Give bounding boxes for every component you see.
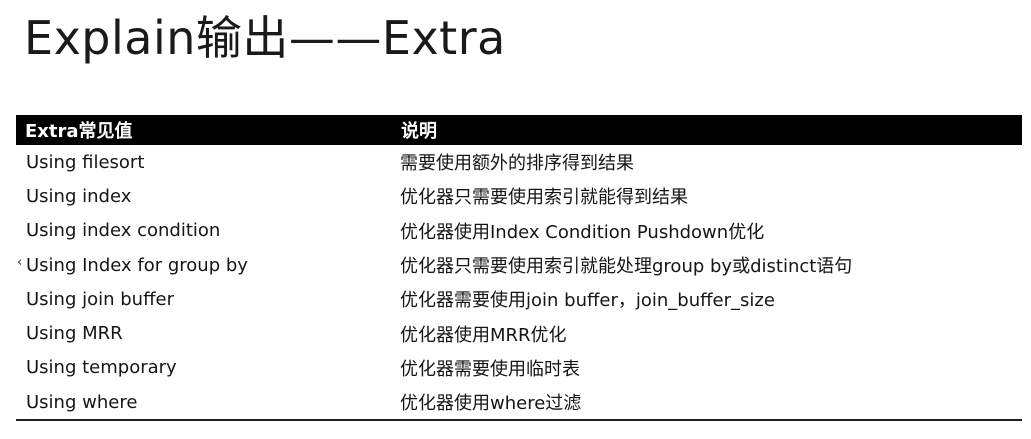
extra-value-cell: Using temporary (26, 357, 177, 379)
extra-value-cell: Using index (26, 185, 132, 207)
extra-value-cell: Using filesort (26, 151, 145, 173)
description-cell: 优化器使用Index Condition Pushdown优化 (400, 221, 765, 243)
table-row: Using index 优化器只需要使用索引就能得到结果 (16, 179, 1022, 213)
extra-value-cell: Using MRR (26, 323, 123, 345)
description-cell: 优化器只需要使用索引就能处理group by或distinct语句 (400, 256, 853, 278)
table-row: Using filesort 需要使用额外的排序得到结果 (16, 145, 1022, 179)
extra-value-cell: Using where (16, 385, 392, 422)
table-row: Using index condition 优化器使用Index Conditi… (16, 214, 1022, 248)
table-row: Using join buffer 优化器需要使用join buffer，joi… (16, 282, 1022, 316)
description-cell: 优化器只需要使用索引就能得到结果 (400, 187, 688, 209)
table-row: Using temporary 优化器需要使用临时表 (16, 351, 1022, 385)
header-extra-value: Extra常见值 (16, 115, 392, 145)
description-cell: 优化器使用where过滤 (392, 385, 1022, 422)
extra-value-cell: Using Index for group by (26, 254, 248, 276)
extra-value-cell: Using join buffer (26, 288, 174, 310)
extra-values-table: Extra常见值 说明 Using filesort 需要使用额外的排序得到结果… (16, 115, 1022, 422)
description-cell: 需要使用额外的排序得到结果 (400, 153, 634, 175)
description-cell: 优化器需要使用join buffer，join_buffer_size (400, 290, 775, 312)
header-description: 说明 (392, 115, 1022, 145)
slide-title: Explain输出——Extra (24, 11, 506, 65)
table-header-row: Extra常见值 说明 (16, 115, 1022, 145)
table-row: Using Index for group by 优化器只需要使用索引就能处理g… (16, 248, 1022, 282)
description-cell: 优化器使用MRR优化 (400, 324, 567, 346)
table-row: Using where 优化器使用where过滤 (16, 385, 1022, 422)
extra-value-cell: Using index condition (26, 220, 221, 242)
description-cell: 优化器需要使用临时表 (400, 358, 580, 380)
table-row: Using MRR 优化器使用MRR优化 (16, 316, 1022, 350)
